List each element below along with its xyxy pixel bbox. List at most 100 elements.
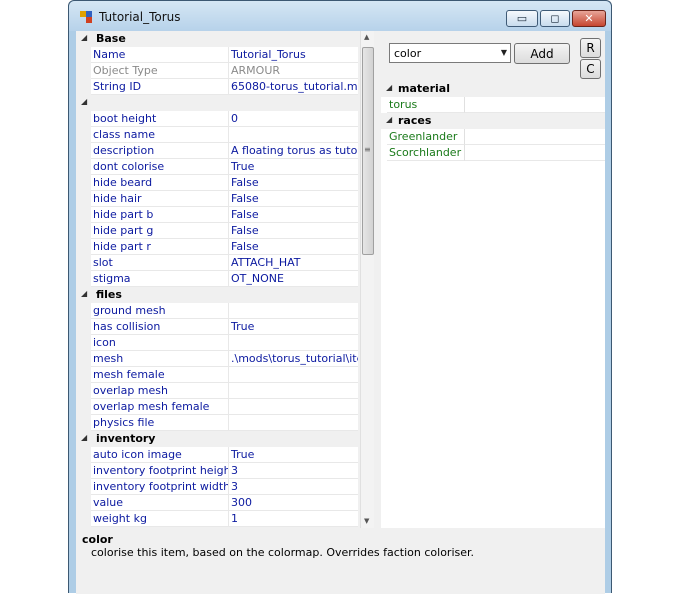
property-value[interactable] bbox=[229, 367, 358, 383]
property-value[interactable]: 3 bbox=[229, 479, 358, 495]
category-header[interactable]: ◢ Base bbox=[78, 31, 374, 47]
property-value[interactable]: False bbox=[229, 191, 358, 207]
property-value[interactable]: .\mods\torus_tutorial\items bbox=[229, 351, 358, 367]
reference-item-name: torus bbox=[387, 97, 465, 113]
reference-category[interactable]: ◢ material bbox=[381, 81, 605, 97]
category-header[interactable]: ◢ bbox=[78, 95, 374, 111]
property-name: stigma bbox=[91, 271, 229, 287]
property-value[interactable]: False bbox=[229, 223, 358, 239]
category-label: inventory bbox=[96, 432, 156, 445]
reference-item[interactable]: torus bbox=[381, 97, 605, 113]
minimize-button[interactable]: ▭ bbox=[506, 10, 538, 27]
property-name: hide hair bbox=[91, 191, 229, 207]
property-value[interactable]: False bbox=[229, 239, 358, 255]
property-row[interactable]: inventory footprint height 3 bbox=[78, 463, 374, 479]
property-value[interactable]: True bbox=[229, 319, 358, 335]
maximize-button[interactable]: ◻ bbox=[540, 10, 570, 27]
property-row[interactable]: icon bbox=[78, 335, 374, 351]
property-name: ground mesh bbox=[91, 303, 229, 319]
reference-item-name: Greenlander bbox=[387, 129, 465, 145]
expanded-icon[interactable]: ◢ bbox=[81, 433, 87, 442]
property-row[interactable]: descriptionA floating torus as tutorial. bbox=[78, 143, 374, 159]
property-name: weight kg bbox=[91, 511, 229, 527]
property-value[interactable]: False bbox=[229, 175, 358, 191]
expanded-icon[interactable]: ◢ bbox=[81, 289, 87, 298]
property-row[interactable]: String ID 65080-torus_tutorial.mod bbox=[78, 79, 374, 95]
property-value[interactable]: 1 bbox=[229, 511, 358, 527]
reference-type-combo[interactable]: color ▼ bbox=[389, 43, 511, 63]
property-name: inventory footprint height bbox=[91, 463, 229, 479]
scroll-down-icon[interactable]: ▼ bbox=[364, 517, 369, 525]
expanded-icon[interactable]: ◢ bbox=[386, 115, 392, 124]
property-row[interactable]: mesh female bbox=[78, 367, 374, 383]
reference-item[interactable]: Greenlander bbox=[381, 129, 605, 145]
reference-item-name: Scorchlander bbox=[387, 145, 465, 161]
property-row[interactable]: mesh.\mods\torus_tutorial\items bbox=[78, 351, 374, 367]
property-row[interactable]: hide beard False bbox=[78, 175, 374, 191]
property-row[interactable]: stigma OT_NONE bbox=[78, 271, 374, 287]
property-value[interactable]: 3 bbox=[229, 463, 358, 479]
property-value[interactable] bbox=[229, 383, 358, 399]
property-grid-scrollbar[interactable]: ▲ ≡ ▼ bbox=[360, 31, 374, 528]
expanded-icon[interactable]: ◢ bbox=[81, 33, 87, 42]
property-row[interactable]: overlap mesh female bbox=[78, 399, 374, 415]
scroll-up-icon[interactable]: ▲ bbox=[364, 33, 369, 41]
property-value[interactable]: True bbox=[229, 159, 358, 175]
property-row[interactable]: dont colorise True bbox=[78, 159, 374, 175]
property-value[interactable]: True bbox=[229, 447, 358, 463]
reference-item-value[interactable] bbox=[465, 129, 605, 145]
reference-item[interactable]: Scorchlander bbox=[381, 145, 605, 161]
category-header[interactable]: ◢ inventory bbox=[78, 431, 374, 447]
property-row[interactable]: physics file bbox=[78, 415, 374, 431]
property-value[interactable] bbox=[229, 303, 358, 319]
property-row[interactable]: Object Type ARMOUR bbox=[78, 63, 374, 79]
property-value[interactable]: False bbox=[229, 207, 358, 223]
property-value[interactable]: Tutorial_Torus bbox=[229, 47, 358, 63]
add-button[interactable]: Add bbox=[514, 43, 570, 64]
c-button[interactable]: C bbox=[580, 59, 601, 79]
category-header[interactable]: ◢ files bbox=[78, 287, 374, 303]
expanded-icon[interactable]: ◢ bbox=[386, 83, 392, 92]
property-row[interactable]: hide part b False bbox=[78, 207, 374, 223]
property-value[interactable]: 65080-torus_tutorial.mod bbox=[229, 79, 358, 95]
property-row[interactable]: hide part r False bbox=[78, 239, 374, 255]
reference-list[interactable]: ◢ material torus ◢ races Greenlander Scorchlan… bbox=[381, 81, 605, 528]
property-value[interactable] bbox=[229, 399, 358, 415]
property-row[interactable]: class name bbox=[78, 127, 374, 143]
property-value[interactable]: A floating torus as tutorial. bbox=[229, 143, 358, 159]
title-bar[interactable]: Tutorial_Torus ▭ ◻ ✕ bbox=[69, 1, 611, 31]
property-row[interactable]: overlap mesh bbox=[78, 383, 374, 399]
property-row[interactable]: boot height 0 bbox=[78, 111, 374, 127]
r-button[interactable]: R bbox=[580, 38, 601, 58]
property-row[interactable]: slot ATTACH_HAT bbox=[78, 255, 374, 271]
property-row[interactable]: auto icon image True bbox=[78, 447, 374, 463]
property-value[interactable] bbox=[229, 335, 358, 351]
property-name: hide beard bbox=[91, 175, 229, 191]
category-label: Base bbox=[96, 32, 126, 45]
property-grid[interactable]: ◢ Base Name Tutorial_Torus Object Type ARMOUR… bbox=[78, 31, 374, 528]
chevron-down-icon[interactable]: ▼ bbox=[501, 48, 507, 57]
property-value[interactable]: ATTACH_HAT bbox=[229, 255, 358, 271]
reference-item-value[interactable] bbox=[465, 145, 605, 161]
property-value[interactable]: 300 bbox=[229, 495, 358, 511]
property-row[interactable]: has collision True bbox=[78, 319, 374, 335]
reference-category[interactable]: ◢ races bbox=[381, 113, 605, 129]
property-row[interactable]: hide part g False bbox=[78, 223, 374, 239]
property-value[interactable] bbox=[229, 415, 358, 431]
property-value[interactable]: ARMOUR bbox=[229, 63, 358, 79]
property-name: Name bbox=[91, 47, 229, 63]
property-row[interactable]: inventory footprint width 3 bbox=[78, 479, 374, 495]
property-row[interactable]: weight kg 1 bbox=[78, 511, 374, 527]
client-area: ◢ Base Name Tutorial_Torus Object Type ARMOUR… bbox=[76, 31, 605, 594]
property-value[interactable]: OT_NONE bbox=[229, 271, 358, 287]
reference-item-value[interactable] bbox=[465, 97, 605, 113]
property-value[interactable] bbox=[229, 127, 358, 143]
property-value[interactable]: 0 bbox=[229, 111, 358, 127]
property-row[interactable]: ground mesh bbox=[78, 303, 374, 319]
expanded-icon[interactable]: ◢ bbox=[81, 97, 87, 106]
property-row[interactable]: hide hair False bbox=[78, 191, 374, 207]
app-icon bbox=[80, 11, 92, 23]
property-row[interactable]: value 300 bbox=[78, 495, 374, 511]
close-button[interactable]: ✕ bbox=[572, 10, 606, 27]
property-row[interactable]: Name Tutorial_Torus bbox=[78, 47, 374, 63]
